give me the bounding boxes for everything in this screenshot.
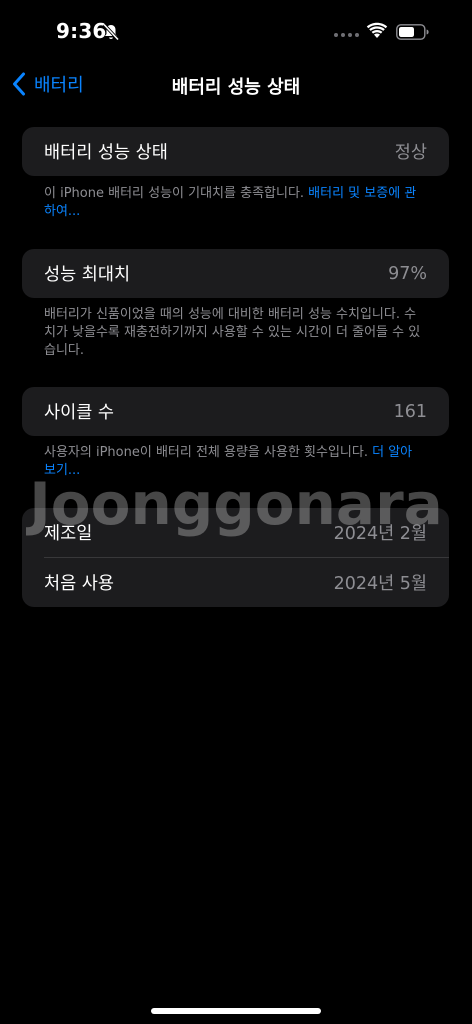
battery-health-group: 배터리 성능 상태 정상 — [22, 127, 449, 176]
manufactured-label: 제조일 — [44, 524, 93, 544]
cycle-count-label: 사이클 수 — [44, 403, 114, 423]
status-bar: 9:36 — [0, 0, 472, 64]
navigation-bar: 배터리 배터리 성능 상태 — [0, 64, 472, 104]
battery-health-row: 배터리 성능 상태 정상 — [22, 127, 449, 176]
cycle-count-group: 사이클 수 161 — [22, 387, 449, 436]
battery-icon — [396, 24, 429, 40]
max-capacity-footnote: 배터리가 신품이었을 때의 성능에 대비한 배터리 성능 수치입니다. 수치가 … — [44, 307, 421, 358]
status-time: 9:36 — [56, 19, 107, 43]
max-capacity-value: 97% — [388, 263, 427, 284]
cycle-count-row: 사이클 수 161 — [22, 387, 449, 436]
dates-group: 제조일 2024년 2월 처음 사용 2024년 5월 — [22, 508, 449, 607]
max-capacity-group: 성능 최대치 97% — [22, 249, 449, 298]
page-title: 배터리 성능 상태 — [171, 77, 301, 98]
bell-slash-icon — [102, 23, 120, 41]
battery-health-label: 배터리 성능 상태 — [44, 143, 168, 163]
signal-icon — [334, 33, 359, 37]
first-use-label: 처음 사용 — [44, 574, 114, 594]
manufactured-row: 제조일 2024년 2월 — [22, 508, 449, 557]
battery-health-footnote-text: 이 iPhone 배터리 성능이 기대치를 충족합니다. — [44, 186, 309, 201]
cycle-count-value: 161 — [393, 401, 427, 422]
cycle-count-footnote: 사용자의 iPhone이 배터리 전체 용량을 사용한 횟수입니다. 더 알아보… — [44, 444, 424, 480]
cycle-count-footnote-text: 사용자의 iPhone이 배터리 전체 용량을 사용한 횟수입니다. — [44, 445, 373, 460]
max-capacity-row: 성능 최대치 97% — [22, 249, 449, 298]
wifi-icon — [366, 22, 388, 38]
battery-health-value: 정상 — [394, 143, 427, 163]
max-capacity-label: 성능 최대치 — [44, 265, 131, 285]
home-indicator — [151, 1008, 321, 1014]
first-use-value: 2024년 5월 — [333, 574, 427, 594]
first-use-row: 처음 사용 2024년 5월 — [22, 558, 449, 607]
battery-health-footnote: 이 iPhone 배터리 성능이 기대치를 충족합니다. 배터리 및 보증에 관… — [44, 185, 424, 221]
manufactured-value: 2024년 2월 — [333, 524, 427, 544]
